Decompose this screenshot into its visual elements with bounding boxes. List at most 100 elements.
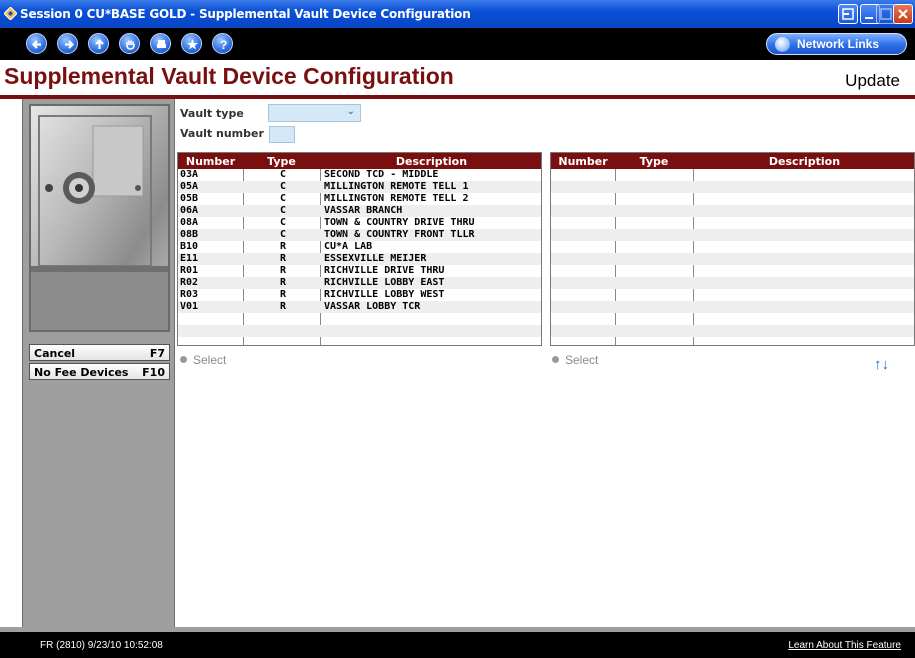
row-description: MILLINGTON REMOTE TELL 2 <box>324 193 469 204</box>
table-row[interactable] <box>551 277 914 289</box>
row-type: C <box>280 181 287 192</box>
row-description: CU*A LAB <box>324 241 373 252</box>
col-type: Type <box>639 155 669 168</box>
chevron-down-icon: ⌄ <box>346 106 355 117</box>
row-description: MILLINGTON REMOTE TELL 1 <box>324 181 469 192</box>
row-description: ESSEXVILLE MEIJER <box>324 253 427 264</box>
table-row[interactable] <box>551 289 914 301</box>
arrow-up-icon[interactable]: ↑ <box>874 356 882 373</box>
right-device-table: Number Type Description <box>550 152 915 346</box>
table-row[interactable]: R03 R RICHVILLE LOBBY WEST <box>178 289 541 301</box>
table-row[interactable] <box>551 205 914 217</box>
table-row[interactable]: 06A C VASSAR BRANCH <box>178 205 541 217</box>
table-row[interactable] <box>551 265 914 277</box>
title-bar: Session 0 CU*BASE GOLD - Supplemental Va… <box>0 0 915 28</box>
row-type: C <box>280 229 287 240</box>
row-number: 05B <box>180 193 199 204</box>
table-row[interactable]: R02 R RICHVILLE LOBBY EAST <box>178 277 541 289</box>
app-icon <box>4 7 17 20</box>
col-number: Number <box>558 155 608 168</box>
restore-icon[interactable] <box>838 4 858 24</box>
row-number: R02 <box>180 277 199 288</box>
table-row[interactable]: B10 R CU*A LAB <box>178 241 541 253</box>
up-icon[interactable] <box>88 33 109 54</box>
col-number: Number <box>185 155 236 168</box>
print-icon[interactable] <box>150 33 171 54</box>
table-row[interactable] <box>551 325 914 337</box>
table-row[interactable]: 03A C SECOND TCD - MIDDLE <box>178 169 541 181</box>
row-number: R01 <box>180 265 199 276</box>
row-description: TOWN & COUNTRY DRIVE THRU <box>324 217 475 228</box>
row-number: B10 <box>180 241 199 252</box>
row-type: R <box>280 301 287 312</box>
table-row[interactable] <box>551 241 914 253</box>
left-panel: Cancel F7 No Fee Devices F10 <box>22 99 175 629</box>
row-type: R <box>280 253 287 264</box>
right-select-action[interactable]: Select <box>552 353 598 367</box>
row-number: 08B <box>180 229 199 240</box>
row-type: C <box>280 217 287 228</box>
favorites-star-icon[interactable] <box>181 33 202 54</box>
table-row[interactable] <box>551 217 914 229</box>
stop-hand-icon[interactable] <box>119 33 140 54</box>
row-type: R <box>280 265 287 276</box>
mode-label: Update <box>845 71 900 90</box>
no-fee-devices-key: F10 <box>142 366 165 379</box>
table-row[interactable]: 08A C TOWN & COUNTRY DRIVE THRU <box>178 217 541 229</box>
table-row[interactable]: E11 R ESSEXVILLE MEIJER <box>178 253 541 265</box>
table-row[interactable]: 05A C MILLINGTON REMOTE TELL 1 <box>178 181 541 193</box>
cancel-key: F7 <box>149 347 165 360</box>
table-row[interactable] <box>551 229 914 241</box>
arrow-down-icon[interactable]: ↓ <box>882 356 890 373</box>
no-fee-devices-button[interactable]: No Fee Devices F10 <box>29 363 170 380</box>
table-row[interactable]: R01 R RICHVILLE DRIVE THRU <box>178 265 541 277</box>
row-type: C <box>280 169 287 180</box>
cancel-label: Cancel <box>34 347 76 360</box>
table-row[interactable] <box>178 313 541 325</box>
table-row[interactable]: V01 R VASSAR LOBBY TCR <box>178 301 541 313</box>
row-number: E11 <box>180 253 199 264</box>
table-row[interactable]: 08B C TOWN & COUNTRY FRONT TLLR <box>178 229 541 241</box>
table-row[interactable] <box>178 325 541 337</box>
table-row[interactable]: 05B C MILLINGTON REMOTE TELL 2 <box>178 193 541 205</box>
row-number: 08A <box>180 217 199 228</box>
vault-type-label: Vault type <box>180 107 244 120</box>
table-row[interactable] <box>551 313 914 325</box>
col-description: Description <box>395 155 468 168</box>
row-type: R <box>280 277 287 288</box>
network-links-button[interactable]: Network Links <box>766 33 907 55</box>
select-label: Select <box>193 353 227 367</box>
table-row[interactable] <box>551 301 914 313</box>
radio-dot-icon <box>180 356 187 363</box>
left-select-action[interactable]: Select <box>180 353 226 367</box>
table-row[interactable] <box>551 181 914 193</box>
status-info: FR (2810) 9/23/10 10:52:08 <box>40 640 163 651</box>
row-number: 05A <box>180 181 199 192</box>
vault-number-label: Vault number <box>180 127 264 140</box>
close-icon[interactable] <box>893 4 913 24</box>
row-type: C <box>280 205 287 216</box>
help-icon[interactable]: ? <box>212 33 233 54</box>
vault-number-input[interactable] <box>269 126 295 143</box>
row-description: RICHVILLE DRIVE THRU <box>324 265 445 276</box>
row-number: R03 <box>180 289 199 300</box>
cancel-button[interactable]: Cancel F7 <box>29 344 170 361</box>
no-fee-devices-label: No Fee Devices <box>34 366 129 379</box>
row-description: SECOND TCD - MIDDLE <box>324 169 439 180</box>
status-bar: FR (2810) 9/23/10 10:52:08 Learn About T… <box>0 632 915 658</box>
vault-photo <box>29 104 170 332</box>
row-type: C <box>280 193 287 204</box>
table-row[interactable] <box>178 337 541 345</box>
learn-about-link[interactable]: Learn About This Feature <box>788 640 901 651</box>
table-row[interactable] <box>551 253 914 265</box>
col-description: Description <box>768 155 841 168</box>
back-icon[interactable] <box>26 33 47 54</box>
table-row[interactable] <box>551 337 914 345</box>
row-number: 06A <box>180 205 199 216</box>
vault-type-select[interactable]: ⌄ <box>268 104 361 122</box>
row-type: R <box>280 241 287 252</box>
forward-icon[interactable] <box>57 33 78 54</box>
page-title: Supplemental Vault Device Configuration <box>4 63 454 89</box>
table-row[interactable] <box>551 169 914 181</box>
table-row[interactable] <box>551 193 914 205</box>
